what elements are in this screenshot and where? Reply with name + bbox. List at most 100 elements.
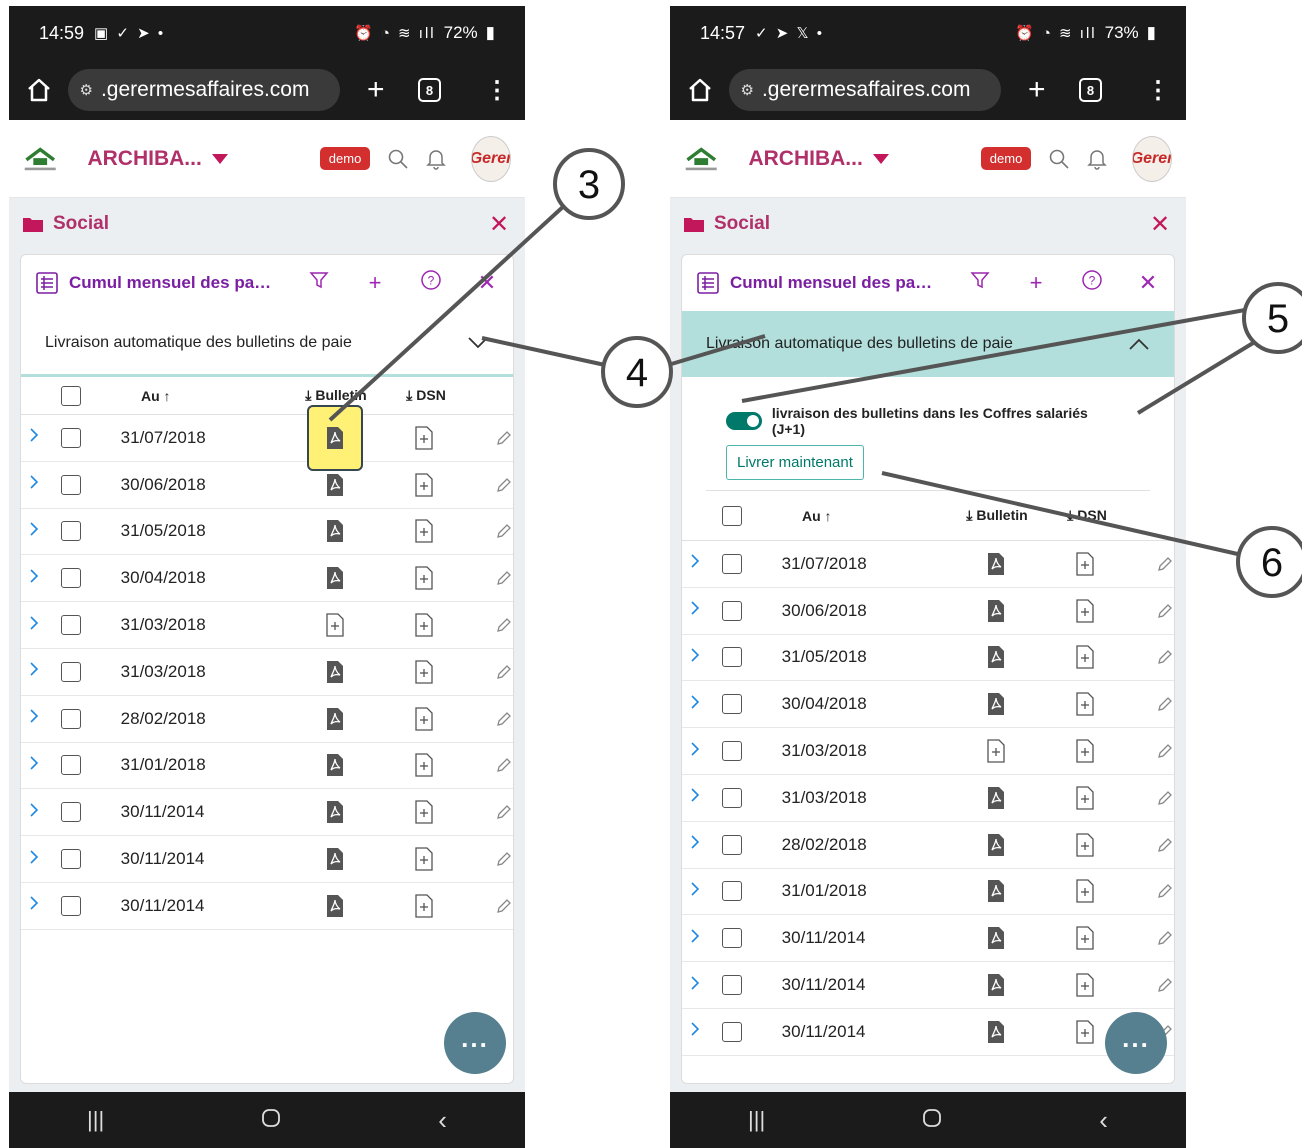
close-icon[interactable]: ✕: [1148, 210, 1172, 239]
table-row[interactable]: 30/11/2014: [21, 836, 513, 883]
expand-row-button[interactable]: [21, 568, 53, 589]
row-checkbox[interactable]: [721, 975, 742, 996]
bulletin-cell[interactable]: [280, 519, 390, 543]
back-icon[interactable]: ‹: [1099, 1105, 1108, 1136]
browser-menu-icon[interactable]: ⋮: [1146, 76, 1170, 105]
row-checkbox[interactable]: [721, 1021, 742, 1042]
bell-icon[interactable]: [425, 146, 447, 172]
edit-button[interactable]: [1120, 882, 1174, 900]
expand-row-button[interactable]: [682, 834, 714, 855]
bulletin-cell[interactable]: [941, 692, 1051, 716]
auto-delivery-accordion[interactable]: Livraison automatique des bulletins de p…: [21, 311, 513, 377]
row-checkbox[interactable]: [60, 521, 81, 542]
select-all-checkbox[interactable]: [722, 505, 742, 526]
edit-button[interactable]: [459, 522, 513, 540]
dsn-cell[interactable]: [390, 660, 460, 684]
help-icon[interactable]: ?: [419, 269, 443, 297]
expand-row-button[interactable]: [682, 975, 714, 996]
edit-button[interactable]: [1120, 742, 1174, 760]
edit-button[interactable]: [459, 850, 513, 868]
table-row[interactable]: 30/11/2014: [21, 789, 513, 837]
bulletin-cell[interactable]: [941, 973, 1051, 997]
edit-button[interactable]: [1120, 602, 1174, 620]
row-checkbox[interactable]: [721, 928, 742, 949]
expand-row-button[interactable]: [21, 755, 53, 776]
expand-row-button[interactable]: [21, 615, 53, 636]
edit-button[interactable]: [459, 756, 513, 774]
expand-row-button[interactable]: [682, 600, 714, 621]
auto-delivery-toggle[interactable]: [726, 412, 762, 430]
bell-icon[interactable]: [1086, 146, 1108, 172]
dsn-cell[interactable]: [1051, 926, 1121, 950]
address-bar[interactable]: ⚙ .gerermesaffaires.com: [728, 69, 1001, 111]
bulletin-cell[interactable]: [280, 660, 390, 684]
bulletin-cell[interactable]: [941, 739, 1051, 763]
close-card-icon[interactable]: ✕: [1136, 270, 1160, 296]
dsn-cell[interactable]: [1051, 552, 1121, 576]
edit-button[interactable]: [1120, 648, 1174, 666]
column-header-dsn[interactable]: ⤓ DSN: [391, 387, 461, 404]
expand-row-button[interactable]: [21, 708, 53, 729]
tab-switcher-icon[interactable]: 8: [418, 78, 441, 102]
bulletin-cell[interactable]: [941, 552, 1051, 576]
bulletin-cell[interactable]: [941, 599, 1051, 623]
table-row[interactable]: 31/03/2018: [682, 775, 1174, 822]
dsn-cell[interactable]: [1051, 599, 1121, 623]
add-icon[interactable]: +: [363, 270, 387, 296]
back-icon[interactable]: ‹: [438, 1105, 447, 1136]
expand-row-button[interactable]: [21, 802, 53, 823]
dsn-cell[interactable]: [1051, 739, 1121, 763]
table-row[interactable]: 30/04/2018: [682, 681, 1174, 729]
expand-row-button[interactable]: [21, 521, 53, 542]
expand-row-button[interactable]: [682, 647, 714, 668]
filter-icon[interactable]: [307, 270, 331, 296]
bulletin-cell[interactable]: [280, 800, 390, 824]
edit-button[interactable]: [1120, 555, 1174, 573]
site-settings-icon[interactable]: ⚙: [80, 81, 93, 99]
row-checkbox[interactable]: [60, 895, 81, 916]
more-actions-button[interactable]: ...: [444, 1012, 506, 1074]
dsn-cell[interactable]: [390, 894, 460, 918]
help-icon[interactable]: ?: [1080, 269, 1104, 297]
expand-row-button[interactable]: [682, 928, 714, 949]
table-row[interactable]: 31/05/2018: [682, 635, 1174, 682]
table-row[interactable]: 31/01/2018: [682, 869, 1174, 916]
dsn-cell[interactable]: [390, 566, 460, 590]
auto-delivery-accordion[interactable]: Livraison automatique des bulletins de p…: [682, 311, 1174, 377]
bulletin-cell[interactable]: [280, 566, 390, 590]
dsn-cell[interactable]: [390, 753, 460, 778]
bulletin-cell[interactable]: [280, 753, 390, 777]
edit-button[interactable]: [459, 476, 513, 494]
row-checkbox[interactable]: [721, 834, 742, 855]
table-row[interactable]: 31/07/2018: [682, 541, 1174, 588]
search-icon[interactable]: [1047, 146, 1069, 172]
expand-row-button[interactable]: [21, 895, 53, 916]
home-nav-icon[interactable]: [260, 1107, 282, 1134]
add-icon[interactable]: +: [1024, 270, 1048, 296]
column-header-bulletin[interactable]: ⤓ Bulletin: [942, 507, 1052, 524]
table-row[interactable]: 31/01/2018: [21, 743, 513, 790]
avatar[interactable]: Gerer: [1132, 135, 1172, 182]
recent-apps-icon[interactable]: |||: [87, 1107, 104, 1133]
close-icon[interactable]: ✕: [487, 210, 511, 239]
edit-button[interactable]: [459, 803, 513, 821]
table-row[interactable]: 30/11/2014: [682, 915, 1174, 963]
edit-button[interactable]: [1120, 976, 1174, 994]
row-checkbox[interactable]: [60, 568, 81, 589]
row-checkbox[interactable]: [721, 881, 742, 902]
dsn-cell[interactable]: [390, 426, 460, 450]
close-card-icon[interactable]: ✕: [475, 270, 499, 296]
table-row[interactable]: 31/03/2018: [682, 728, 1174, 775]
expand-row-button[interactable]: [682, 553, 714, 574]
dsn-cell[interactable]: [1051, 973, 1121, 997]
avatar[interactable]: Gerer: [471, 135, 511, 182]
edit-button[interactable]: [1120, 789, 1174, 807]
bulletin-cell[interactable]: [280, 473, 390, 497]
edit-button[interactable]: [459, 616, 513, 634]
edit-button[interactable]: [459, 897, 513, 915]
row-checkbox[interactable]: [60, 474, 81, 495]
row-checkbox[interactable]: [721, 553, 742, 574]
new-tab-icon[interactable]: +: [362, 73, 391, 107]
column-header-date[interactable]: Au ↑: [782, 508, 942, 524]
edit-button[interactable]: [1120, 695, 1174, 713]
